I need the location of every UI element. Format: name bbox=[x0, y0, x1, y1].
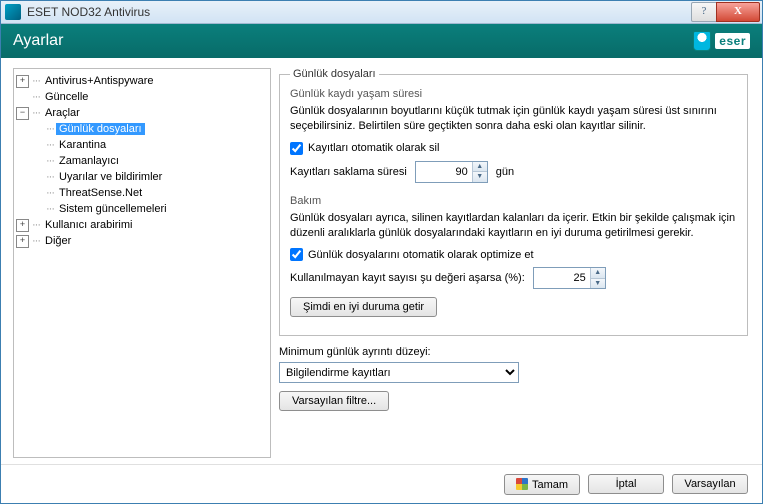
auto-optimize-checkbox[interactable] bbox=[290, 248, 303, 261]
retention-spinner[interactable]: ▲▼ bbox=[415, 161, 488, 183]
settings-pane: Günlük dosyaları Günlük kaydı yaşam süre… bbox=[277, 68, 750, 458]
spin-down-icon[interactable]: ▼ bbox=[473, 172, 487, 182]
tree-item-threatsense[interactable]: ···ThreatSense.Net bbox=[44, 185, 270, 201]
expand-icon[interactable]: + bbox=[16, 235, 29, 248]
expand-icon[interactable]: + bbox=[16, 219, 29, 232]
brand: eser bbox=[693, 31, 750, 51]
ok-button[interactable]: Tamam bbox=[504, 474, 580, 495]
nav-tree[interactable]: +···Antivirus+Antispyware ···Güncelle −·… bbox=[13, 68, 271, 458]
maint-desc: Günlük dosyaları ayrıca, silinen kayıtla… bbox=[290, 211, 737, 241]
auto-optimize-label: Günlük dosyalarını otomatik olarak optim… bbox=[308, 249, 534, 261]
spin-up-icon[interactable]: ▲ bbox=[591, 268, 605, 279]
app-icon bbox=[5, 4, 21, 20]
dialog-footer: Tamam İptal Varsayılan bbox=[1, 464, 762, 503]
cancel-button[interactable]: İptal bbox=[588, 474, 664, 494]
defaults-button[interactable]: Varsayılan bbox=[672, 474, 748, 494]
threshold-input[interactable] bbox=[534, 268, 590, 288]
tree-item-quarantine[interactable]: ···Karantina bbox=[44, 137, 270, 153]
detail-level-select[interactable]: Bilgilendirme kayıtları bbox=[279, 362, 519, 383]
tree-item-tools[interactable]: −···Araçlar bbox=[14, 105, 270, 121]
retention-input[interactable] bbox=[416, 162, 472, 182]
tree-item-update[interactable]: ···Güncelle bbox=[14, 89, 270, 105]
tree-item-scheduler[interactable]: ···Zamanlayıcı bbox=[44, 153, 270, 169]
brand-logo: eser bbox=[715, 33, 750, 49]
optimize-now-button[interactable]: Şimdi en iyi duruma getir bbox=[290, 297, 437, 317]
maint-subhead: Bakım bbox=[290, 195, 737, 207]
threshold-label: Kullanılmayan kayıt sayısı şu değeri aşa… bbox=[290, 272, 525, 284]
log-files-group: Günlük dosyaları Günlük kaydı yaşam süre… bbox=[279, 68, 748, 336]
tree-item-alerts[interactable]: ···Uyarılar ve bildirimler bbox=[44, 169, 270, 185]
header-caption: Ayarlar bbox=[13, 32, 63, 50]
tree-item-log-files[interactable]: ···Günlük dosyaları bbox=[44, 121, 270, 137]
auto-delete-checkbox[interactable] bbox=[290, 142, 303, 155]
retention-unit: gün bbox=[496, 166, 514, 178]
expand-icon[interactable]: + bbox=[16, 75, 29, 88]
titlebar: ESET NOD32 Antivirus ? X bbox=[1, 1, 762, 24]
header: Ayarlar eser bbox=[1, 24, 762, 58]
auto-delete-label: Kayıtları otomatik olarak sil bbox=[308, 142, 439, 154]
threshold-spinner[interactable]: ▲▼ bbox=[533, 267, 606, 289]
help-button[interactable]: ? bbox=[691, 2, 717, 22]
detail-level-label: Minimum günlük ayrıntı düzeyi: bbox=[279, 346, 748, 358]
shield-icon bbox=[516, 478, 528, 490]
spin-up-icon[interactable]: ▲ bbox=[473, 162, 487, 173]
collapse-icon[interactable]: − bbox=[16, 107, 29, 120]
tree-item-sysupdates[interactable]: ···Sistem güncellemeleri bbox=[44, 201, 270, 217]
settings-window: ESET NOD32 Antivirus ? X Ayarlar eser +·… bbox=[0, 0, 763, 504]
default-filter-button[interactable]: Varsayılan filtre... bbox=[279, 391, 389, 411]
retention-label: Kayıtları saklama süresi bbox=[290, 166, 407, 178]
tree-item-antivirus[interactable]: +···Antivirus+Antispyware bbox=[14, 73, 270, 89]
group-legend: Günlük dosyaları bbox=[290, 68, 379, 80]
spin-down-icon[interactable]: ▼ bbox=[591, 279, 605, 289]
lifespan-desc: Günlük dosyalarının boyutlarını küçük tu… bbox=[290, 104, 737, 134]
lifespan-subhead: Günlük kaydı yaşam süresi bbox=[290, 88, 737, 100]
brand-shield-icon bbox=[693, 31, 711, 51]
tree-item-ui[interactable]: +···Kullanıcı arabirimi bbox=[14, 217, 270, 233]
window-title: ESET NOD32 Antivirus bbox=[27, 5, 150, 19]
close-button[interactable]: X bbox=[716, 2, 760, 22]
tree-item-other[interactable]: +···Diğer bbox=[14, 233, 270, 249]
